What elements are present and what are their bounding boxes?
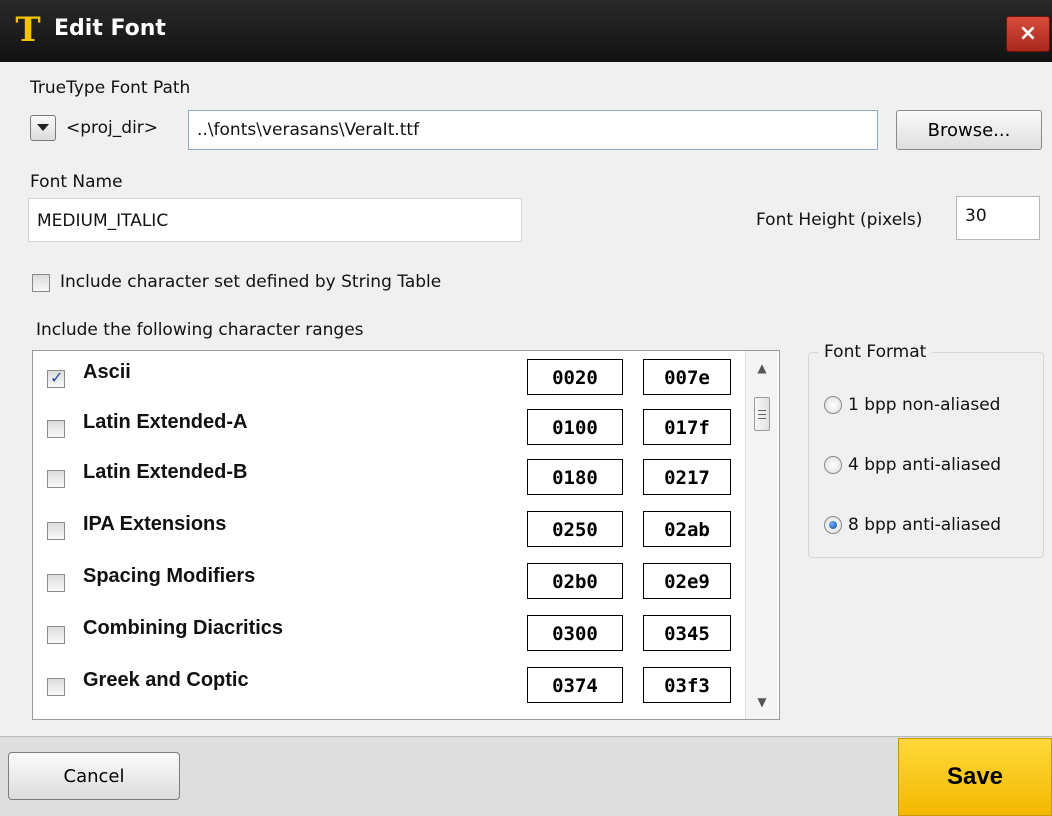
- range-start-input[interactable]: 0180: [527, 459, 623, 495]
- range-row-spacing-modifiers[interactable]: Spacing Modifiers 02b0 02e9: [33, 557, 745, 607]
- range-start-input[interactable]: 0374: [527, 667, 623, 703]
- window-title: Edit Font: [54, 16, 166, 41]
- scroll-thumb[interactable]: [754, 397, 770, 431]
- radio-1bpp[interactable]: [824, 396, 842, 414]
- close-icon[interactable]: ×: [1006, 16, 1050, 52]
- list-scrollbar[interactable]: ▲ ▼: [745, 351, 778, 719]
- character-range-list: Ascii 0020 007e Latin Extended-A 0100 01…: [32, 350, 780, 720]
- radio-8bpp[interactable]: [824, 516, 842, 534]
- font-format-label: Font Format: [818, 342, 933, 362]
- range-name: Latin Extended-A: [83, 411, 248, 433]
- range-checkbox[interactable]: [47, 470, 65, 488]
- scroll-down-icon[interactable]: ▼: [746, 687, 778, 717]
- range-name: Ascii: [83, 361, 131, 383]
- range-end-input[interactable]: 03f3: [643, 667, 731, 703]
- range-end-input[interactable]: 0345: [643, 615, 731, 651]
- range-start-input[interactable]: 02b0: [527, 563, 623, 599]
- range-name: Latin Extended-B: [83, 461, 248, 483]
- font-path-label: TrueType Font Path: [30, 78, 191, 98]
- range-checkbox[interactable]: [47, 678, 65, 696]
- range-start-input[interactable]: 0100: [527, 409, 623, 445]
- ranges-label: Include the following character ranges: [36, 320, 364, 340]
- font-app-icon: T: [15, 10, 41, 50]
- range-start-input[interactable]: 0020: [527, 359, 623, 395]
- range-end-input[interactable]: 02ab: [643, 511, 731, 547]
- range-row-combining-diacritics[interactable]: Combining Diacritics 0300 0345: [33, 609, 745, 659]
- radio-4bpp-label: 4 bpp anti-aliased: [848, 455, 1002, 475]
- range-checkbox[interactable]: [47, 626, 65, 644]
- cancel-button[interactable]: Cancel: [8, 752, 180, 800]
- range-row-latin-extended-b[interactable]: Latin Extended-B 0180 0217: [33, 453, 745, 503]
- range-start-input[interactable]: 0300: [527, 615, 623, 651]
- range-end-input[interactable]: 007e: [643, 359, 731, 395]
- range-checkbox[interactable]: [47, 368, 65, 388]
- font-path-input[interactable]: ..\fonts\verasans\VeraIt.ttf: [188, 110, 878, 150]
- title-bar: T Edit Font ×: [0, 0, 1052, 62]
- range-name: Spacing Modifiers: [83, 565, 256, 587]
- string-table-label: Include character set defined by String …: [60, 272, 442, 292]
- path-dropdown-button[interactable]: [30, 115, 56, 141]
- font-height-input[interactable]: 30: [956, 196, 1040, 240]
- range-name: IPA Extensions: [83, 513, 227, 535]
- range-end-input[interactable]: 017f: [643, 409, 731, 445]
- browse-button[interactable]: Browse...: [896, 110, 1042, 150]
- range-checkbox[interactable]: [47, 574, 65, 592]
- font-name-input[interactable]: MEDIUM_ITALIC: [28, 198, 522, 242]
- range-checkbox[interactable]: [47, 522, 65, 540]
- string-table-checkbox[interactable]: [32, 274, 50, 292]
- radio-1bpp-label: 1 bpp non-aliased: [848, 395, 1001, 415]
- radio-4bpp[interactable]: [824, 456, 842, 474]
- range-name: Greek and Coptic: [83, 669, 249, 691]
- font-height-label: Font Height (pixels): [756, 210, 923, 230]
- range-end-input[interactable]: 02e9: [643, 563, 731, 599]
- range-start-input[interactable]: 0250: [527, 511, 623, 547]
- scroll-up-icon[interactable]: ▲: [746, 353, 778, 383]
- edit-font-dialog: T Edit Font × TrueType Font Path <proj_d…: [0, 0, 1052, 816]
- radio-8bpp-label: 8 bpp anti-aliased: [848, 515, 1002, 535]
- chevron-down-icon: [37, 124, 49, 131]
- range-name: Combining Diacritics: [83, 617, 284, 639]
- proj-dir-prefix: <proj_dir>: [66, 118, 159, 138]
- range-row-ipa-extensions[interactable]: IPA Extensions 0250 02ab: [33, 505, 745, 555]
- font-name-label: Font Name: [30, 172, 123, 192]
- range-checkbox[interactable]: [47, 420, 65, 438]
- range-row-ascii[interactable]: Ascii 0020 007e: [33, 353, 745, 403]
- range-row-latin-extended-a[interactable]: Latin Extended-A 0100 017f: [33, 403, 745, 453]
- save-button[interactable]: Save: [898, 738, 1052, 816]
- range-row-greek-and-coptic[interactable]: Greek and Coptic 0374 03f3: [33, 661, 745, 711]
- range-end-input[interactable]: 0217: [643, 459, 731, 495]
